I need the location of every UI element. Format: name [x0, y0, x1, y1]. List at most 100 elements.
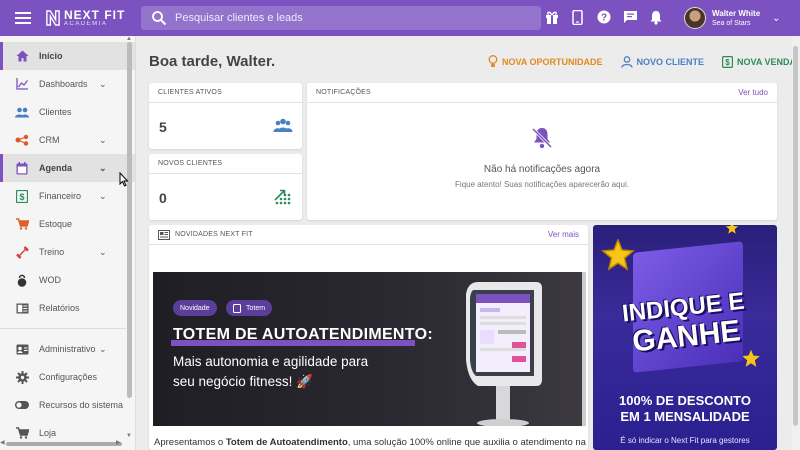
- mobile-icon[interactable]: [569, 8, 587, 26]
- scroll-down-icon[interactable]: ▼: [126, 433, 132, 439]
- sidebar-item-dashboards[interactable]: Dashboards ⌄: [0, 70, 135, 98]
- admin-icon: [15, 342, 29, 356]
- gift-icon[interactable]: [543, 8, 561, 26]
- sidebar-item-agenda[interactable]: Agenda ⌄: [0, 154, 135, 182]
- news-title: NOVIDADES NEXT FIT: [175, 231, 253, 238]
- new-sale-label: NOVA VENDA: [737, 56, 797, 67]
- star-icon: [742, 349, 760, 367]
- sidebar-item-label: Financeiro: [39, 191, 82, 201]
- banner-headline: TOTEM DE AUTOATENDIMENTO:: [173, 326, 433, 343]
- sidebar-item-wod[interactable]: WOD: [0, 266, 135, 294]
- card-title: NOTIFICAÇÕES Ver tudo: [307, 83, 777, 103]
- money-icon: $: [722, 55, 734, 68]
- sidebar-scrollbar[interactable]: [127, 42, 132, 398]
- sidebar-item-financeiro[interactable]: $ Financeiro ⌄: [0, 182, 135, 210]
- scroll-left-icon[interactable]: ◀: [0, 439, 5, 446]
- sidebar-item-label: Estoque: [39, 219, 73, 229]
- logo-text: NEXT FIT: [64, 8, 126, 22]
- user-name: Walter White: [712, 8, 761, 18]
- people-group-icon: [273, 118, 293, 132]
- user-menu[interactable]: Walter White Sea of Stars ⌄: [684, 7, 781, 29]
- sidebar-item-configuracoes[interactable]: Configurações: [0, 363, 135, 391]
- logo[interactable]: NEXT FIT ACADEMIA: [46, 9, 140, 27]
- svg-text:$: $: [725, 58, 730, 67]
- sidebar-item-recursos-do-sistema[interactable]: Recursos do sistema: [0, 391, 135, 419]
- user-subtitle: Sea of Stars: [712, 19, 751, 27]
- lightbulb-icon: [488, 55, 498, 67]
- sidebar-item-label: Configurações: [39, 372, 98, 382]
- bell-icon[interactable]: [647, 8, 665, 26]
- referral-promo-banner[interactable]: INDIQUE E GANHE 100% DE DESCONTO EM 1 ME…: [593, 225, 777, 450]
- tablet-icon: [233, 303, 241, 313]
- news-banner[interactable]: Novidade Totem TOTEM DE AUTOATENDIMENTO:…: [153, 272, 586, 426]
- bell-off-icon: [531, 127, 553, 149]
- chevron-down-icon: ⌄: [99, 190, 107, 201]
- chart-icon: [15, 77, 29, 91]
- sidebar-item-treino[interactable]: Treino ⌄: [0, 238, 135, 266]
- page-scrollbar[interactable]: [792, 36, 800, 450]
- sidebar-item-clientes[interactable]: Clientes: [0, 98, 135, 126]
- sidebar-item-estoque[interactable]: Estoque: [0, 210, 135, 238]
- cart-icon: [15, 217, 29, 231]
- chevron-down-icon: ⌄: [99, 343, 107, 354]
- page-scrollbar-thumb[interactable]: [793, 46, 798, 426]
- sidebar-item-label: Agenda: [39, 163, 73, 173]
- sidebar: Início Dashboards ⌄ Clientes CRM ⌄ Agend…: [0, 36, 136, 450]
- money-icon: $: [15, 189, 29, 203]
- help-icon[interactable]: ?: [595, 8, 613, 26]
- chevron-down-icon: ⌄: [99, 134, 107, 145]
- newspaper-icon: [158, 229, 170, 240]
- menu-icon[interactable]: [0, 0, 46, 36]
- see-all-link[interactable]: Ver tudo: [738, 88, 768, 97]
- sidebar-horizontal-scrollbar[interactable]: [6, 442, 122, 446]
- sidebar-item-label: CRM: [39, 135, 60, 145]
- sidebar-item-label: Início: [39, 51, 63, 61]
- dumbbell-icon: [15, 245, 29, 259]
- tag-novidade: Novidade: [173, 300, 217, 316]
- toggle-icon: [15, 398, 29, 412]
- banner-sub-line1: Mais autonomia e agilidade para: [173, 354, 369, 369]
- active-clients-card[interactable]: CLIENTES ATIVOS 5: [149, 83, 302, 149]
- sidebar-item-inicio[interactable]: Início: [0, 42, 135, 70]
- star-icon: [725, 225, 739, 234]
- report-icon: [15, 301, 29, 315]
- kiosk-image: [466, 282, 542, 426]
- new-clients-card[interactable]: NOVOS CLIENTES 0: [149, 154, 302, 220]
- see-more-link[interactable]: Ver mais: [548, 230, 579, 239]
- search-input[interactable]: [175, 12, 535, 24]
- tag-totem-label: Totem: [246, 304, 266, 312]
- card-title: CLIENTES ATIVOS: [149, 83, 302, 103]
- search-bar[interactable]: [141, 6, 541, 30]
- chevron-down-icon: ⌄: [99, 246, 107, 257]
- scroll-right-icon[interactable]: ▶: [116, 439, 121, 446]
- sidebar-divider: [0, 328, 126, 329]
- banner-scrollbar[interactable]: [582, 272, 586, 426]
- search-icon: [152, 11, 167, 26]
- sidebar-item-label: Treino: [39, 247, 65, 257]
- banner-subheadline: Mais autonomia e agilidade para seu negó…: [173, 352, 368, 392]
- new-sale-button[interactable]: $ NOVA VENDA: [722, 55, 796, 68]
- kettlebell-icon: [15, 273, 29, 287]
- active-clients-title: CLIENTES ATIVOS: [158, 89, 222, 96]
- sidebar-item-label: Dashboards: [39, 79, 88, 89]
- notifications-card: NOTIFICAÇÕES Ver tudo Não há notificaçõe…: [307, 83, 777, 220]
- sidebar-item-relatorios[interactable]: Relatórios: [0, 294, 135, 322]
- promo-discount-line2: EM 1 MENSALIDADE: [620, 409, 750, 424]
- sidebar-item-crm[interactable]: CRM ⌄: [0, 126, 135, 154]
- new-clients-title: NOVOS CLIENTES: [158, 160, 223, 167]
- page-title: Boa tarde, Walter.: [149, 53, 276, 70]
- tag-totem: Totem: [226, 300, 273, 316]
- chat-icon[interactable]: [621, 8, 639, 26]
- chevron-down-icon[interactable]: ⌄: [772, 13, 780, 24]
- avatar[interactable]: [684, 7, 706, 29]
- notifications-empty-title: Não há notificações agora: [483, 164, 601, 175]
- sidebar-item-administrativo[interactable]: Administrativo ⌄: [0, 335, 135, 363]
- calendar-icon: [15, 161, 29, 175]
- new-opportunity-button[interactable]: NOVA OPORTUNIDADE: [488, 55, 603, 68]
- new-client-button[interactable]: NOVO CLIENTE: [620, 55, 704, 68]
- banner-sub-line2: seu negócio fitness! 🚀: [173, 374, 313, 389]
- svg-text:$: $: [19, 192, 24, 202]
- news-text-prefix: Apresentamos o: [154, 437, 226, 448]
- active-clients-value: 5: [159, 119, 167, 135]
- notifications-empty-subtitle: Fique atento! Suas notificações aparecer…: [455, 180, 629, 189]
